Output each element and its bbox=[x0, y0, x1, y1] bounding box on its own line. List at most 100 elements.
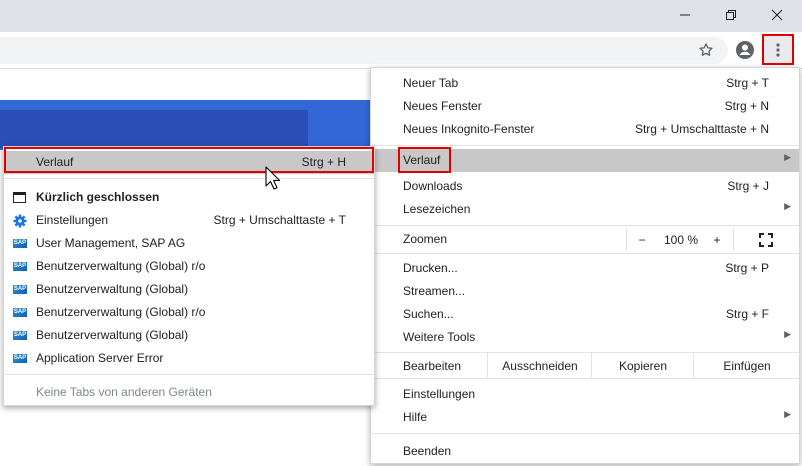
menu-item-cast[interactable]: Streamen... bbox=[371, 280, 799, 303]
history-item-sap[interactable]: SAP Benutzerverwaltung (Global) bbox=[4, 324, 374, 347]
menu-item-label: Downloads bbox=[403, 179, 463, 193]
menu-item-downloads[interactable]: Downloads Strg + J bbox=[371, 175, 799, 198]
menu-item-label: Hilfe bbox=[403, 410, 428, 424]
zoom-in-button[interactable]: + bbox=[706, 228, 728, 251]
history-item-label: Benutzerverwaltung (Global) bbox=[36, 282, 189, 296]
submenu-arrow-icon: ▶ bbox=[784, 152, 791, 162]
gear-icon bbox=[13, 214, 27, 228]
history-item-sap[interactable]: SAP Benutzerverwaltung (Global) r/o bbox=[4, 301, 374, 324]
menu-item-label: Streamen... bbox=[403, 284, 466, 298]
minimize-icon[interactable] bbox=[662, 0, 708, 30]
other-devices-label: Keine Tabs von anderen Geräten bbox=[36, 385, 212, 399]
menu-item-label: Neues Fenster bbox=[403, 99, 482, 113]
submenu-arrow-icon: ▶ bbox=[784, 409, 791, 419]
zoom-level-value: 100 % bbox=[663, 232, 699, 247]
menu-item-shortcut: Strg + J bbox=[727, 179, 769, 193]
submenu-arrow-icon: ▶ bbox=[784, 329, 791, 339]
menu-item-label: Neues Inkognito-Fenster bbox=[403, 122, 535, 136]
menu-item-shortcut: Strg + Umschalttaste + N bbox=[634, 122, 769, 136]
menu-item-label: Suchen... bbox=[403, 307, 454, 321]
other-devices-note: Keine Tabs von anderen Geräten bbox=[4, 381, 374, 404]
sap-logo-icon: SAP bbox=[13, 262, 27, 271]
history-item-open-history[interactable]: Verlauf Strg + H bbox=[4, 151, 374, 174]
kebab-menu-icon[interactable] bbox=[762, 34, 794, 65]
history-item-settings[interactable]: Einstellungen Strg + Umschalttaste + T bbox=[4, 209, 374, 232]
sap-logo-icon: SAP bbox=[13, 308, 27, 317]
mouse-cursor-icon bbox=[265, 166, 281, 190]
menu-separator bbox=[371, 433, 799, 434]
menu-item-new-incognito-window[interactable]: Neues Inkognito-Fenster Strg + Umschaltt… bbox=[371, 118, 799, 141]
menu-item-new-window[interactable]: Neues Fenster Strg + N bbox=[371, 95, 799, 118]
menu-item-label: Drucken... bbox=[403, 261, 458, 275]
menu-item-history[interactable]: Verlauf ▶ bbox=[371, 149, 799, 172]
history-item-label: Application Server Error bbox=[36, 351, 164, 365]
star-icon[interactable] bbox=[692, 36, 720, 64]
sap-logo-icon: SAP bbox=[13, 239, 27, 248]
cut-button[interactable]: Ausschneiden bbox=[487, 353, 592, 378]
history-item-sap[interactable]: SAP User Management, SAP AG bbox=[4, 232, 374, 255]
submenu-arrow-icon: ▶ bbox=[784, 201, 791, 211]
menu-item-shortcut: Strg + F bbox=[725, 307, 769, 321]
menu-item-settings[interactable]: Einstellungen bbox=[371, 383, 799, 406]
menu-item-shortcut: Strg + N bbox=[724, 99, 769, 113]
menu-item-label: Zoomen bbox=[403, 232, 448, 246]
history-item-shortcut: Strg + Umschalttaste + T bbox=[213, 213, 347, 227]
fullscreen-button[interactable] bbox=[733, 228, 798, 251]
menu-separator bbox=[4, 374, 374, 375]
menu-separator bbox=[371, 145, 799, 146]
menu-item-shortcut: Strg + P bbox=[725, 261, 769, 275]
menu-item-find[interactable]: Suchen... Strg + F bbox=[371, 303, 799, 326]
menu-separator bbox=[371, 225, 799, 226]
fullscreen-icon bbox=[759, 232, 773, 247]
menu-item-label: Neuer Tab bbox=[403, 76, 459, 90]
history-item-label: Benutzerverwaltung (Global) r/o bbox=[36, 305, 206, 319]
menu-item-label: Beenden bbox=[403, 444, 452, 458]
window-titlebar bbox=[0, 0, 802, 32]
history-item-sap[interactable]: SAP Benutzerverwaltung (Global) r/o bbox=[4, 255, 374, 278]
page-banner-inner bbox=[0, 110, 308, 148]
copy-button[interactable]: Kopieren bbox=[591, 353, 694, 378]
history-item-label: Benutzerverwaltung (Global) r/o bbox=[36, 259, 206, 273]
menu-item-new-tab[interactable]: Neuer Tab Strg + T bbox=[371, 72, 799, 95]
restore-icon[interactable] bbox=[708, 0, 754, 30]
history-item-sap[interactable]: SAP Application Server Error bbox=[4, 347, 374, 370]
recently-closed-header: Kürzlich geschlossen bbox=[4, 186, 374, 209]
zoom-out-label: − bbox=[638, 232, 646, 247]
recently-closed-title: Kürzlich geschlossen bbox=[36, 190, 160, 204]
menu-item-label: Weitere Tools bbox=[403, 330, 476, 344]
sap-logo-icon: SAP bbox=[13, 331, 27, 340]
history-submenu: Verlauf Strg + H Kürzlich geschlossen Ei… bbox=[3, 146, 375, 406]
zoom-out-button[interactable]: − bbox=[626, 228, 657, 251]
sap-logo-icon: SAP bbox=[13, 285, 27, 294]
close-icon[interactable] bbox=[754, 0, 800, 30]
menu-item-bookmarks[interactable]: Lesezeichen ▶ bbox=[371, 198, 799, 221]
edit-label: Bearbeiten bbox=[403, 359, 462, 373]
menu-item-exit[interactable]: Beenden bbox=[371, 440, 799, 463]
menu-separator bbox=[371, 378, 799, 379]
paste-label: Einfügen bbox=[723, 358, 771, 373]
zoom-in-label: + bbox=[713, 232, 721, 247]
history-label: Verlauf bbox=[36, 155, 74, 169]
menu-item-shortcut: Strg + T bbox=[726, 76, 769, 90]
cut-label: Ausschneiden bbox=[502, 358, 578, 373]
history-item-label: User Management, SAP AG bbox=[36, 236, 186, 250]
menu-separator bbox=[4, 178, 374, 179]
copy-label: Kopieren bbox=[618, 358, 668, 373]
history-item-label: Benutzerverwaltung (Global) bbox=[36, 328, 189, 342]
history-item-sap[interactable]: SAP Benutzerverwaltung (Global) bbox=[4, 278, 374, 301]
menu-item-label: Verlauf bbox=[403, 153, 441, 167]
history-shortcut: Strg + H bbox=[301, 155, 346, 169]
menu-item-print[interactable]: Drucken... Strg + P bbox=[371, 257, 799, 280]
address-bar[interactable] bbox=[0, 37, 728, 64]
browser-toolbar bbox=[0, 32, 802, 69]
menu-item-zoom: Zoomen − 100 % + bbox=[371, 228, 799, 251]
menu-edit-row: Bearbeiten Ausschneiden Kopieren Einfüge… bbox=[371, 353, 799, 378]
paste-button[interactable]: Einfügen bbox=[693, 353, 800, 378]
menu-item-label: Lesezeichen bbox=[403, 202, 471, 216]
menu-item-help[interactable]: Hilfe ▶ bbox=[371, 406, 799, 429]
zoom-level: 100 % bbox=[656, 228, 706, 251]
profile-icon[interactable] bbox=[731, 36, 759, 64]
history-item-label: Einstellungen bbox=[36, 213, 109, 227]
menu-item-more-tools[interactable]: Weitere Tools ▶ bbox=[371, 326, 799, 349]
window-icon bbox=[13, 191, 27, 205]
